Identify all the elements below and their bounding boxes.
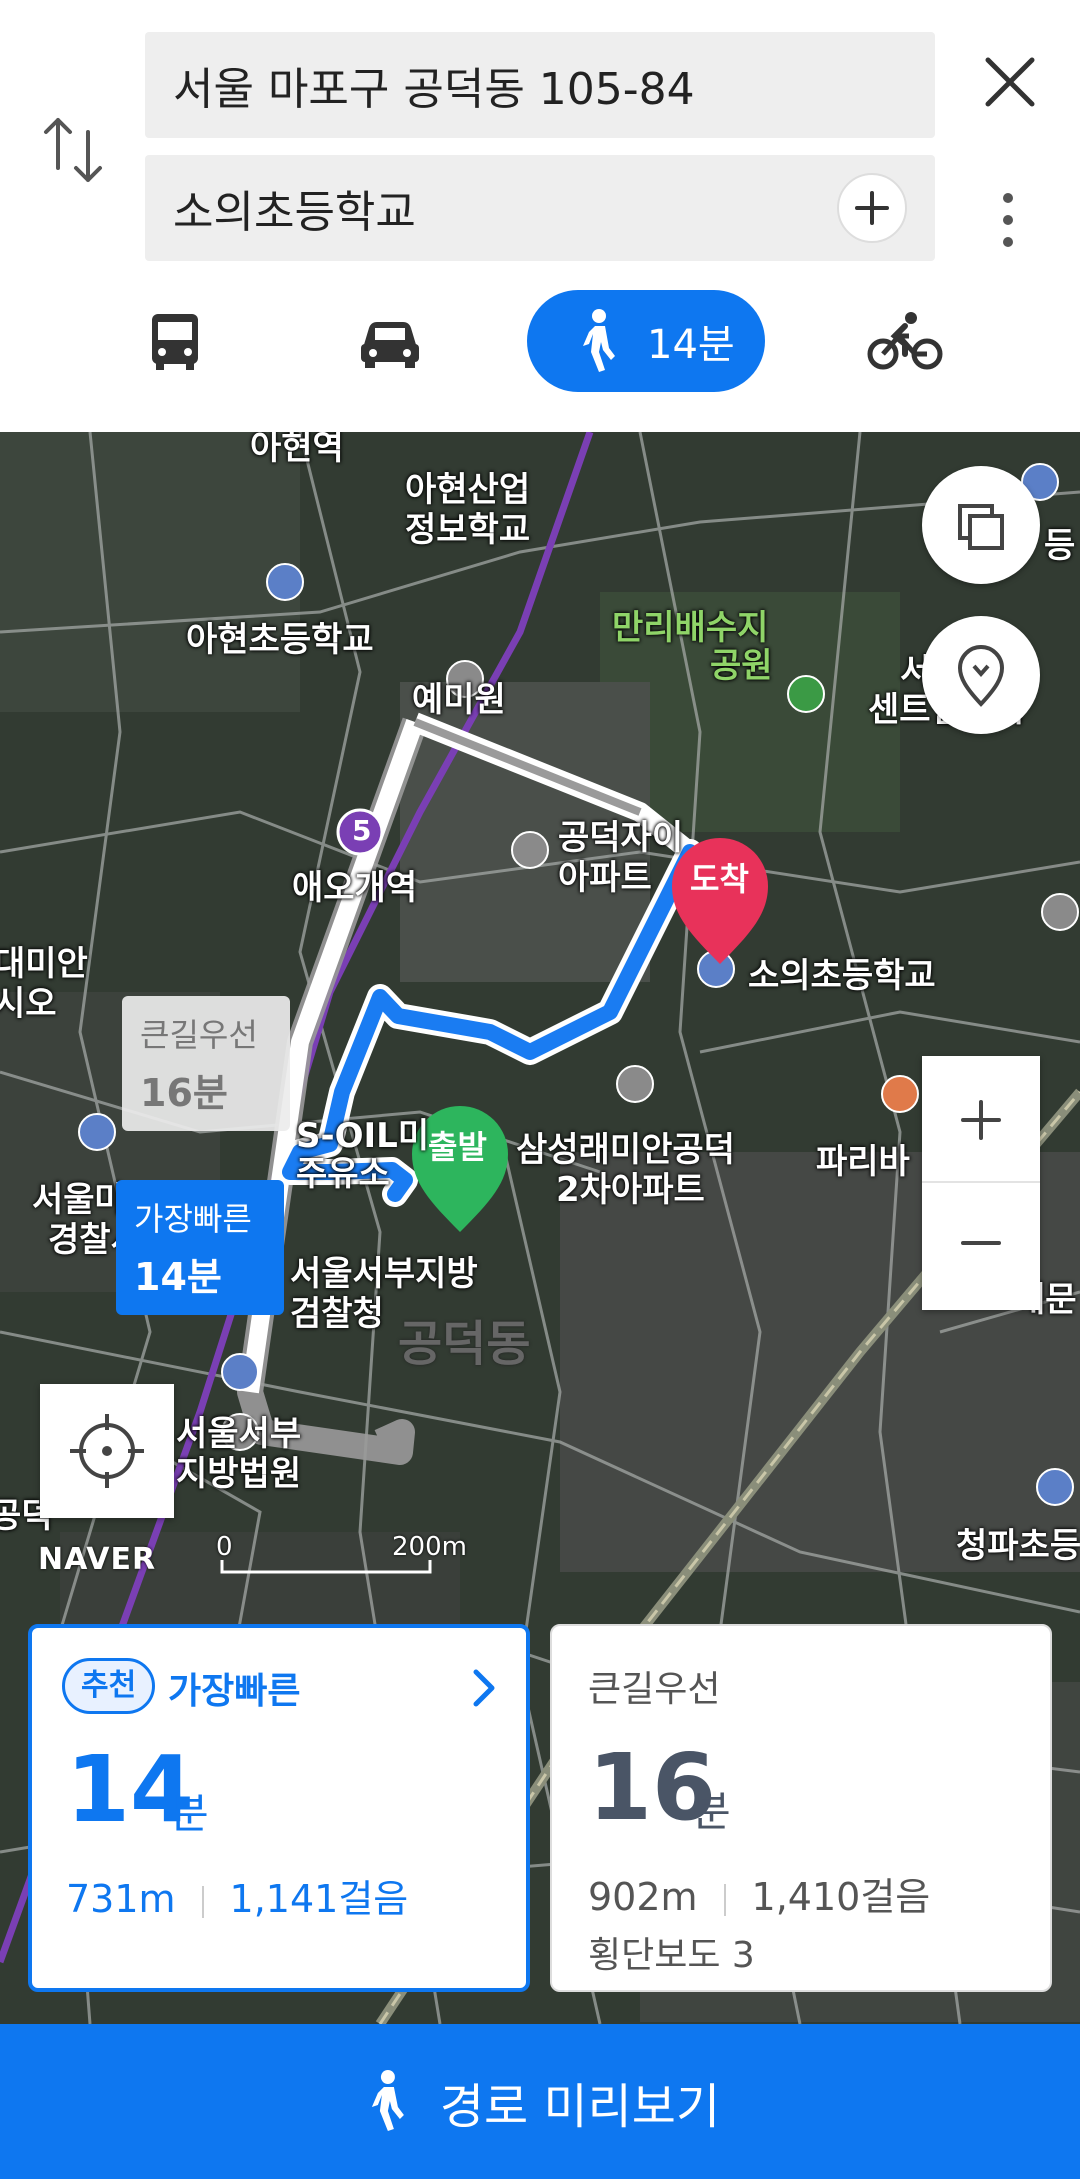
add-waypoint-button[interactable] — [837, 173, 907, 243]
bike-icon — [867, 312, 943, 370]
walk-icon — [371, 2069, 404, 2131]
tab-transit[interactable] — [140, 290, 210, 392]
plus-icon — [961, 1100, 1001, 1140]
route-search-panel: 서울 마포구 공덕동 105-84 소의초등학교 14분 — [0, 0, 1080, 432]
walk-icon — [583, 309, 615, 372]
map-label: 아현초등학교 — [186, 620, 374, 660]
map-label: 2차아파트 — [556, 1170, 705, 1210]
start-pin[interactable]: 출발 — [428, 1122, 487, 1168]
end-pin[interactable]: 도착 — [690, 854, 749, 900]
map-label: 소의초등학교 — [748, 956, 936, 996]
map-label: 청파초등 — [956, 1526, 1080, 1566]
bus-icon — [152, 314, 198, 370]
crosswalk-count: 횡단보도 3 — [588, 1935, 755, 1976]
map-label: 주유소 — [296, 1154, 390, 1194]
route-card-fastest[interactable]: 추천 가장빠른 14 분 731m 1,141걸음 — [28, 1624, 530, 1992]
swap-direction-icon[interactable] — [38, 110, 108, 190]
map-label: 검찰청 — [290, 1294, 384, 1334]
zoom-in-button[interactable] — [922, 1056, 1040, 1183]
layers-icon — [958, 504, 1004, 550]
fast-route-tag[interactable]: 가장빠른 14분 — [116, 1180, 284, 1315]
alt-route-tag-title: 큰길우선 — [140, 1016, 258, 1054]
transport-mode-tabs: 14분 — [0, 290, 1080, 392]
route-stats: 902m 1,410걸음 — [588, 1866, 930, 1921]
more-options-icon[interactable] — [990, 190, 1026, 250]
map-label: 파리바 — [816, 1142, 910, 1182]
route-steps: 1,410걸음 — [751, 1875, 931, 1919]
crosshair-icon — [70, 1414, 144, 1488]
route-time-unit: 분 — [692, 1787, 731, 1836]
tab-walk[interactable]: 14분 — [527, 290, 765, 392]
map-label: 애오개역 — [292, 868, 418, 908]
tab-car[interactable] — [355, 290, 425, 392]
zoom-out-button[interactable] — [922, 1183, 1040, 1310]
alt-route-tag-time: 16분 — [140, 1071, 228, 1115]
route-time-unit: 분 — [170, 1789, 209, 1838]
map-label: 시오 — [0, 984, 57, 1024]
route-preview-label: 경로 미리보기 — [439, 2078, 721, 2135]
plus-icon — [855, 191, 889, 225]
route-stats: 731m 1,141걸음 — [66, 1868, 408, 1923]
map-label: 아파트 — [558, 858, 652, 898]
origin-text: 서울 마포구 공덕동 105-84 — [173, 64, 695, 115]
subway-line-badge: 5 — [352, 814, 372, 847]
layers-button[interactable] — [922, 466, 1040, 584]
tab-bike[interactable] — [865, 290, 945, 392]
chevron-right-icon[interactable] — [464, 1664, 504, 1712]
fast-route-tag-title: 가장빠른 — [134, 1200, 252, 1238]
divider — [201, 1885, 204, 1918]
route-steps: 1,141걸음 — [229, 1877, 409, 1921]
fast-route-tag-time: 14분 — [134, 1255, 222, 1299]
current-location-button[interactable] — [40, 1384, 174, 1518]
map-label: 예미원 — [412, 680, 506, 720]
destination-text: 소의초등학교 — [173, 187, 416, 238]
location-pin-button[interactable] — [922, 616, 1040, 734]
naver-logo: NAVER — [38, 1542, 157, 1577]
route-distance: 731m — [66, 1877, 176, 1921]
zoom-controls — [922, 1056, 1040, 1310]
scale-min: 0 — [216, 1532, 233, 1562]
divider — [723, 1883, 726, 1916]
map-label: 정보학교 — [405, 510, 531, 550]
route-distance: 902m — [588, 1875, 698, 1919]
destination-input[interactable]: 소의초등학교 — [145, 155, 935, 261]
map-pin-icon — [957, 645, 1005, 707]
minus-icon — [961, 1241, 1001, 1245]
route-preview-button[interactable]: 경로 미리보기 — [0, 2024, 1080, 2179]
map-label: 등 — [1044, 526, 1076, 566]
map-label: 아현역 — [250, 432, 344, 468]
map-label: 공원 — [710, 646, 773, 686]
route-title: 큰길우선 — [588, 1669, 721, 1710]
map-label: 공덕동 — [398, 1316, 531, 1372]
car-icon — [361, 322, 419, 368]
close-icon[interactable] — [978, 50, 1042, 114]
alt-route-tag[interactable]: 큰길우선 16분 — [122, 996, 290, 1131]
scale-max: 200m — [392, 1532, 467, 1562]
map-label: 지방법원 — [176, 1454, 302, 1494]
walk-time-label: 14분 — [647, 322, 735, 368]
origin-input[interactable]: 서울 마포구 공덕동 105-84 — [145, 32, 935, 138]
route-card-main-road[interactable]: 큰길우선 16 분 902m 1,410걸음 횡단보도 3 — [550, 1624, 1052, 1992]
route-title: 가장빠른 — [168, 1671, 301, 1712]
recommended-badge: 추천 — [62, 1658, 156, 1714]
